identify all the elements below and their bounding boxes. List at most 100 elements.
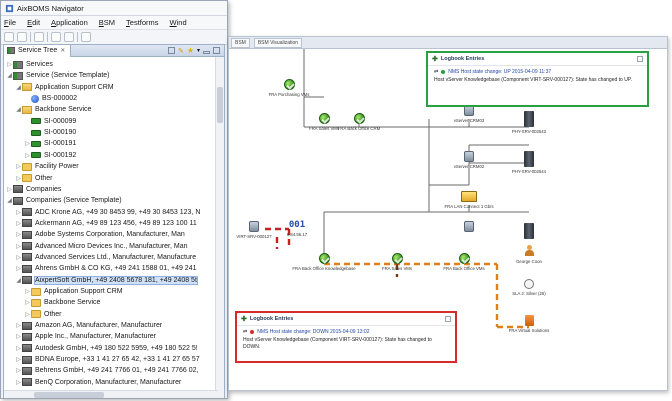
link-icon[interactable]: ✎ (178, 47, 184, 55)
tree-item[interactable]: ▷ SI-000191 (24, 138, 76, 149)
bsm-node[interactable] (509, 223, 549, 241)
tab-service-tree[interactable]: Service Tree ✕ (4, 44, 72, 57)
scroll-thumb[interactable] (217, 87, 223, 123)
bsm-node[interactable]: PHY-SRV-002543 (509, 111, 549, 134)
collapsed-arrow-icon[interactable]: ▷ (15, 253, 22, 262)
menu-testforms[interactable]: Testforms (126, 18, 159, 27)
collapsed-arrow-icon[interactable]: ▷ (24, 298, 31, 307)
collapsed-arrow-icon[interactable]: ▷ (15, 264, 22, 273)
close-popup-icon[interactable] (445, 316, 451, 322)
collapsed-arrow-icon[interactable]: ▷ (15, 219, 22, 228)
collapsed-arrow-icon[interactable]: ▷ (15, 208, 22, 217)
tree-item[interactable]: ▷ Other (15, 173, 53, 184)
collapsed-arrow-icon[interactable]: ▷ (15, 366, 22, 375)
close-icon[interactable]: ✕ (60, 47, 65, 54)
scroll-thumb[interactable] (34, 392, 104, 398)
menu-edit[interactable]: Edit (27, 18, 40, 27)
view-menu-icon[interactable]: ▾ (197, 47, 200, 54)
tree-item[interactable]: ▷ Amazon AG, Manufacturer, Manufacturer (15, 320, 162, 331)
tree-item[interactable]: ▷ BDNA Europe, +33 1 41 27 65 42, +33 1 4… (15, 354, 200, 365)
bsm-node[interactable]: FRA Back Office VMs (443, 253, 485, 271)
expanded-arrow-icon[interactable]: ◢ (15, 83, 22, 92)
logbook-entry-link[interactable]: ⇄ NMS Host state change: DOWN 2015-04-09… (237, 326, 455, 335)
tree-item[interactable]: ▷ Ahrens GmbH & CO KG, +49 241 1588 01, +… (15, 263, 197, 274)
pin-icon[interactable] (81, 32, 91, 42)
favorite-star-icon[interactable]: ★ (187, 46, 194, 55)
bsm-node[interactable]: vServer CRM03 (449, 105, 489, 123)
save-all-icon[interactable] (17, 32, 27, 42)
horizontal-scrollbar[interactable] (4, 390, 218, 398)
tree-item[interactable]: SI-000099 (24, 116, 76, 127)
tree-item[interactable]: ▷ Backbone Service (24, 297, 100, 308)
collapsed-arrow-icon[interactable]: ▷ (15, 332, 22, 341)
tree-item[interactable]: ▷ Behrens GmbH, +49 241 7766 01, +49 241 … (15, 365, 198, 376)
tree-item[interactable]: ▷ Companies (6, 184, 61, 195)
bsm-node[interactable]: George Coon (509, 245, 549, 264)
bsm-node[interactable]: SLA 2: Silver (26) (509, 279, 549, 296)
collapsed-arrow-icon[interactable]: ▷ (15, 378, 22, 387)
minimize-icon[interactable] (203, 50, 210, 54)
bsm-node[interactable]: vServer CRM02 (449, 151, 489, 169)
print-icon[interactable] (34, 32, 44, 42)
tree-item[interactable]: ◢ Service (Service Template) (6, 70, 110, 81)
save-icon[interactable] (4, 32, 14, 42)
forward-icon[interactable] (64, 32, 74, 42)
menu-application[interactable]: Application (51, 18, 88, 27)
bsm-node[interactable]: FRA Back Office CRM (338, 113, 380, 131)
collapsed-arrow-icon[interactable]: ▷ (15, 230, 22, 239)
bsm-node[interactable]: PHY-SRV-002544 (509, 151, 549, 174)
collapsed-arrow-icon[interactable]: ▷ (15, 174, 22, 183)
collapse-all-icon[interactable] (167, 47, 175, 54)
tree-item[interactable]: ▷ Autodesk GmbH, +49 180 522 5959, +49 18… (15, 343, 198, 354)
collapsed-arrow-icon[interactable]: ▷ (15, 162, 22, 171)
tree-item[interactable]: ◢ Backbone Service (15, 104, 91, 115)
collapsed-arrow-icon[interactable]: ▷ (24, 287, 31, 296)
tree-item[interactable]: SI-000190 (24, 127, 76, 138)
menu-bsm[interactable]: BSM (99, 18, 115, 27)
collapsed-arrow-icon[interactable]: ▷ (15, 242, 22, 251)
expanded-arrow-icon[interactable]: ◢ (6, 71, 13, 80)
expanded-arrow-icon[interactable]: ◢ (15, 105, 22, 114)
menu-window[interactable]: Wind (170, 18, 187, 27)
logbook-popup-down[interactable]: ✚ Logbook Entries ⇄ NMS Host state chang… (235, 311, 457, 363)
expanded-arrow-icon[interactable]: ◢ (15, 276, 22, 285)
bsm-node[interactable]: 001 6.84.56.17 (277, 221, 317, 238)
bsm-node[interactable]: FRA Sales VMs (377, 253, 417, 271)
tree-item[interactable]: ▷ ADC Krone AG, +49 30 8453 99, +49 30 84… (15, 207, 200, 218)
tree-item[interactable]: ▷ Ackermann AG, +49 89 123 456, +49 89 12… (15, 218, 197, 229)
tree-item[interactable]: ▷ Services (6, 59, 53, 70)
tree-item[interactable]: ▷ SI-000192 (24, 150, 76, 161)
collapsed-arrow-icon[interactable]: ▷ (15, 344, 22, 353)
tree-item[interactable]: ▷ Apple Inc., Manufacturer, Manufacturer (15, 331, 156, 342)
collapsed-arrow-icon[interactable]: ▷ (15, 321, 22, 330)
collapsed-arrow-icon[interactable]: ▷ (24, 139, 31, 148)
tree-item[interactable]: ◢ Application Support CRM (15, 82, 114, 93)
menu-file[interactable]: File (4, 18, 16, 27)
maximize-icon[interactable] (213, 47, 220, 54)
tree-item[interactable]: BS-000002 (24, 93, 77, 104)
tree-item[interactable]: ▷ Application Support CRM (24, 286, 123, 297)
bsm-node[interactable]: VIRT-SRV-000127 (234, 221, 274, 239)
tree-item[interactable]: ▷ Advanced Services Ltd., Manufacturer, M… (15, 252, 196, 263)
tree-item[interactable]: ◢ Companies (Service Template) (6, 195, 122, 206)
collapsed-arrow-icon[interactable]: ▷ (6, 185, 13, 194)
collapsed-arrow-icon[interactable]: ▷ (24, 151, 31, 160)
collapsed-arrow-icon[interactable]: ▷ (15, 355, 22, 364)
close-popup-icon[interactable] (637, 56, 643, 62)
bsm-node[interactable]: FRA Back Office Knowledgebase (292, 253, 356, 271)
tree-item[interactable]: ▷ Advanced Micro Devices Inc., Manufactur… (15, 241, 188, 252)
vertical-scrollbar[interactable] (215, 57, 224, 398)
tree-item[interactable]: ▷ Adobe Systems Corporation, Manufacturer… (15, 229, 185, 240)
tree-item[interactable]: ▷ BenQ Corporation, Manufacturer, Manufac… (15, 377, 181, 388)
expanded-arrow-icon[interactable]: ◢ (6, 196, 13, 205)
logbook-entry-link[interactable]: ⇄ NMS Host state change: UP 2015-04-09 1… (428, 66, 647, 75)
bsm-node[interactable] (449, 221, 489, 234)
collapsed-arrow-icon[interactable]: ▷ (24, 310, 31, 319)
collapsed-arrow-icon[interactable]: ▷ (6, 60, 13, 69)
bsm-node[interactable]: FRA Purchasing VMs (269, 79, 309, 97)
tree-item[interactable]: ▷ Facility Power (15, 161, 79, 172)
tree-item[interactable]: ▷ Other (24, 309, 62, 320)
bsm-node[interactable]: FRA Virtual Solutions (509, 315, 549, 333)
back-icon[interactable] (51, 32, 61, 42)
logbook-popup-up[interactable]: ✚ Logbook Entries ⇄ NMS Host state chang… (426, 51, 649, 107)
